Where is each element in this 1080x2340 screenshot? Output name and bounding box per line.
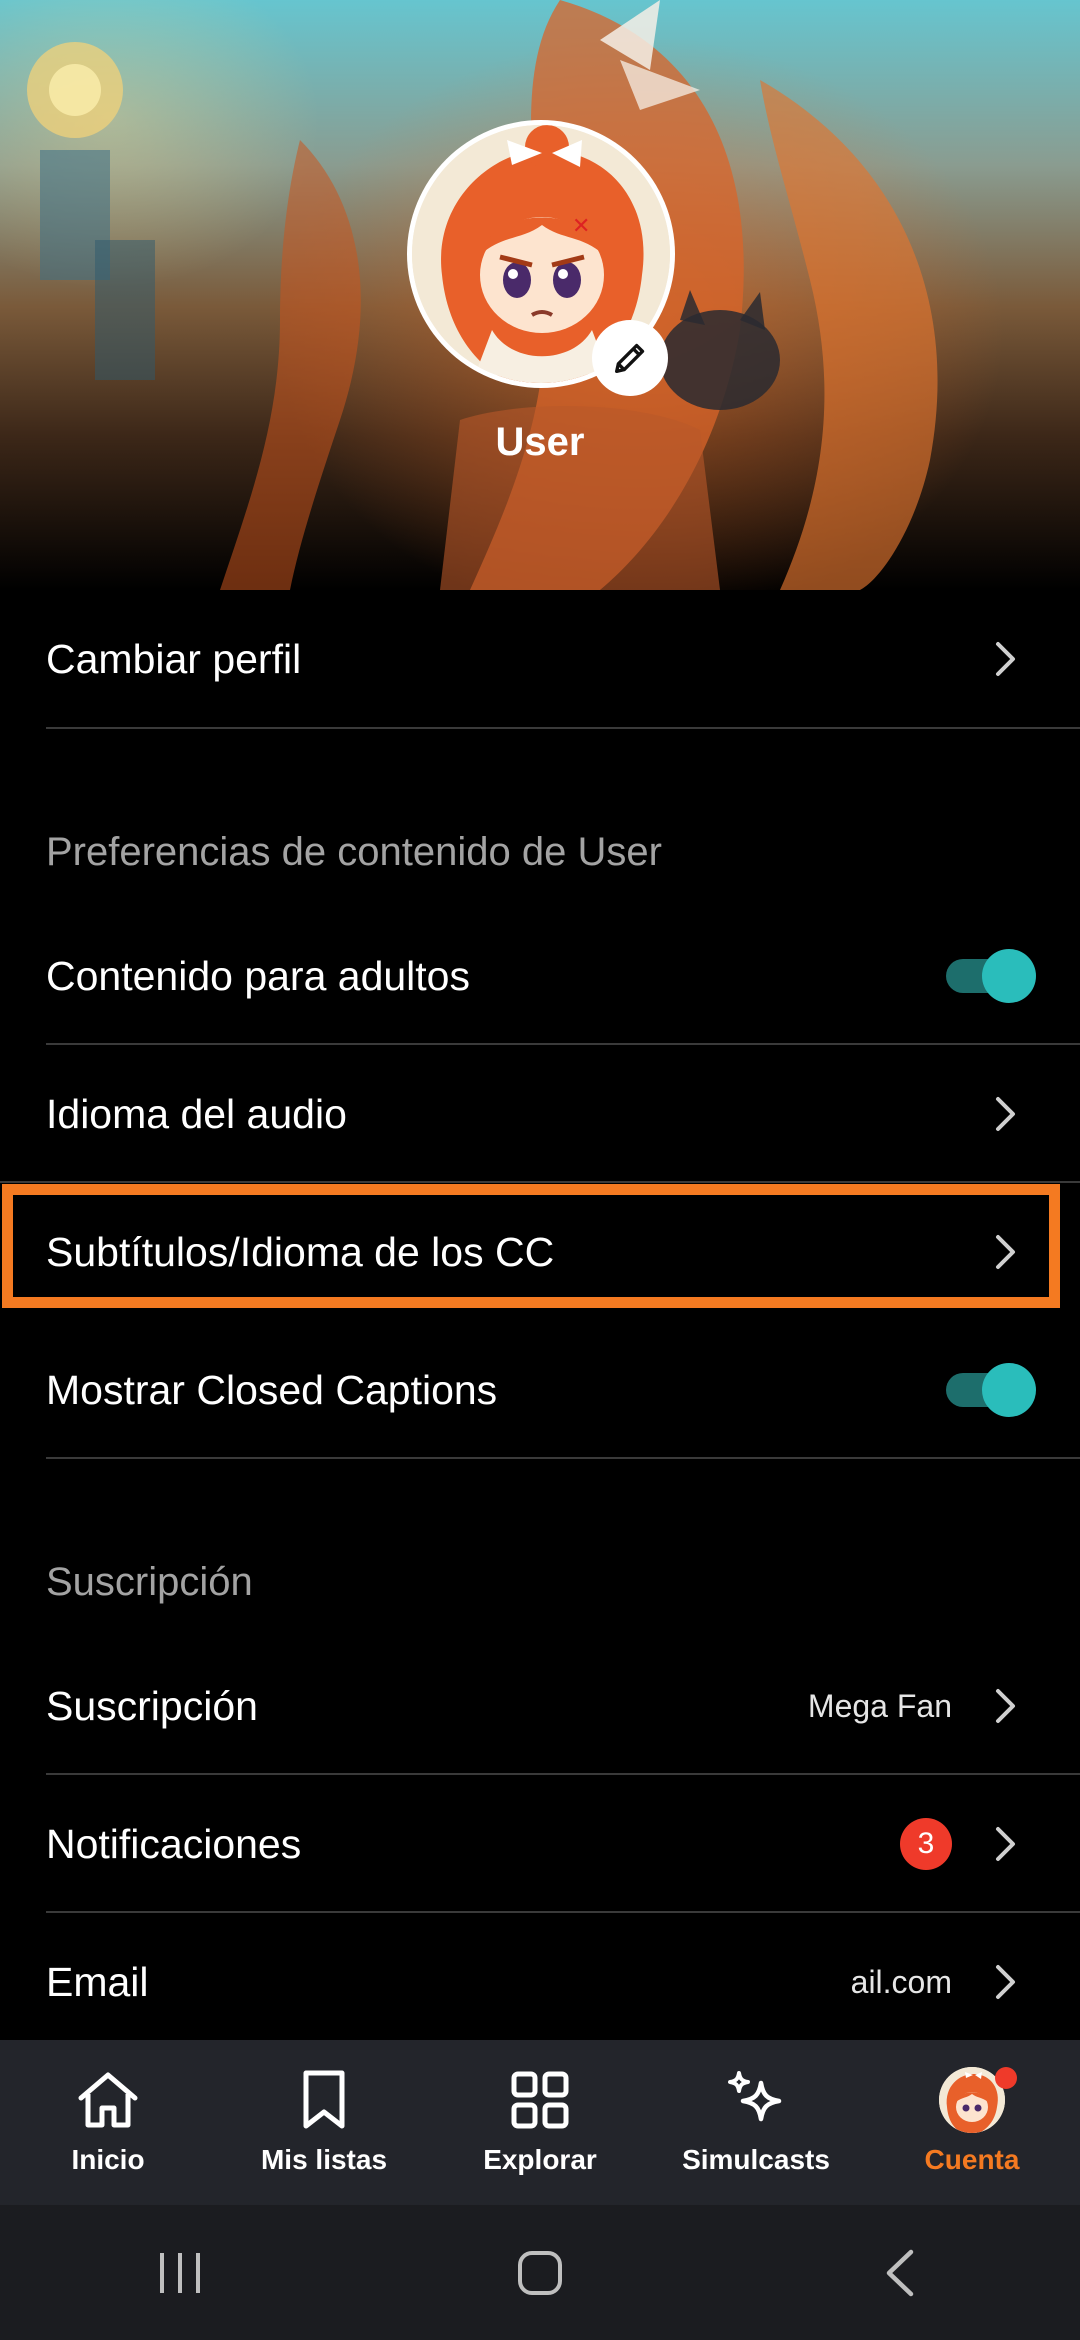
nav-browse[interactable]: Explorar (432, 2040, 648, 2205)
nav-browse-label: Explorar (483, 2144, 597, 2175)
bookmark-icon (303, 2070, 345, 2129)
divider (46, 1457, 1080, 1459)
back-button[interactable] (840, 2233, 960, 2313)
recents-icon (160, 2252, 200, 2293)
account-screen: ✕ User Cambiar perfil Preferencias de co… (0, 0, 1080, 2340)
nav-account-label: Cuenta (924, 2144, 1020, 2175)
home-icon (78, 2072, 138, 2128)
subtitles-language-label: Subtítulos/Idioma de los CC (46, 1228, 555, 1275)
email-label: Email (46, 1958, 149, 2005)
recents-button[interactable] (120, 2233, 240, 2313)
subtitles-language-row[interactable]: Subtítulos/Idioma de los CC (0, 1183, 1080, 1321)
grid-icon (511, 2071, 569, 2129)
nav-my-lists-label: Mis listas (260, 2144, 388, 2175)
edit-avatar-button[interactable] (592, 320, 668, 396)
audio-language-label: Idioma del audio (46, 1090, 347, 1137)
subscription-header: Suscripción (46, 1560, 253, 1604)
divider (46, 727, 1080, 729)
change-profile-label: Cambiar perfil (46, 635, 302, 682)
chevron-right-icon (996, 1827, 1015, 1861)
email-value: ail.com (850, 1963, 952, 2000)
chevron-right-icon (996, 1689, 1015, 1723)
profile-username: User (495, 420, 585, 464)
chevron-right-icon (996, 642, 1015, 676)
pencil-icon (615, 343, 645, 373)
home-square-icon (518, 2250, 562, 2295)
nav-simulcasts[interactable]: Simulcasts (648, 2040, 864, 2205)
bottom-navigation: Inicio Mis listas Explorar Simulcasts Cu… (0, 2040, 1080, 2205)
system-navigation-bar (0, 2205, 1080, 2340)
subscription-label: Suscripción (46, 1682, 258, 1729)
system-home-button[interactable] (480, 2233, 600, 2313)
audio-language-row[interactable]: Idioma del audio (0, 1045, 1080, 1183)
adult-content-row: Contenido para adultos (0, 907, 1080, 1045)
show-closed-captions-label: Mostrar Closed Captions (46, 1366, 498, 1413)
profile-header: ✕ User (0, 0, 1080, 590)
adult-content-toggle[interactable] (946, 949, 1036, 1003)
change-profile-row[interactable]: Cambiar perfil (0, 590, 1080, 728)
notification-dot (995, 2067, 1017, 2089)
nav-simulcasts-label: Simulcasts (682, 2144, 830, 2175)
svg-text:✕: ✕ (572, 214, 590, 239)
show-closed-captions-row: Mostrar Closed Captions (0, 1321, 1080, 1459)
chevron-right-icon (996, 1235, 1015, 1269)
show-closed-captions-toggle[interactable] (946, 1363, 1036, 1417)
chevron-right-icon (996, 1965, 1015, 1999)
nav-account[interactable]: Cuenta (864, 2040, 1080, 2205)
nav-my-lists[interactable]: Mis listas (216, 2040, 432, 2205)
sparkles-icon (728, 2071, 782, 2122)
back-icon (886, 2249, 914, 2296)
notifications-row[interactable]: Notificaciones 3 (0, 1775, 1080, 1913)
chevron-right-icon (996, 1097, 1015, 1131)
notifications-label: Notificaciones (46, 1820, 302, 1867)
email-row[interactable]: Email ail.com (0, 1913, 1080, 2051)
nav-home[interactable]: Inicio (0, 2040, 216, 2205)
nav-home-label: Inicio (71, 2144, 145, 2175)
subscription-row[interactable]: Suscripción Mega Fan (0, 1637, 1080, 1775)
avatar-icon (939, 2067, 1017, 2133)
notifications-badge: 3 (900, 1818, 952, 1870)
subscription-value: Mega Fan (807, 1687, 952, 1724)
adult-content-label: Contenido para adultos (46, 952, 470, 999)
content-preferences-header: Preferencias de contenido de User (46, 830, 662, 874)
